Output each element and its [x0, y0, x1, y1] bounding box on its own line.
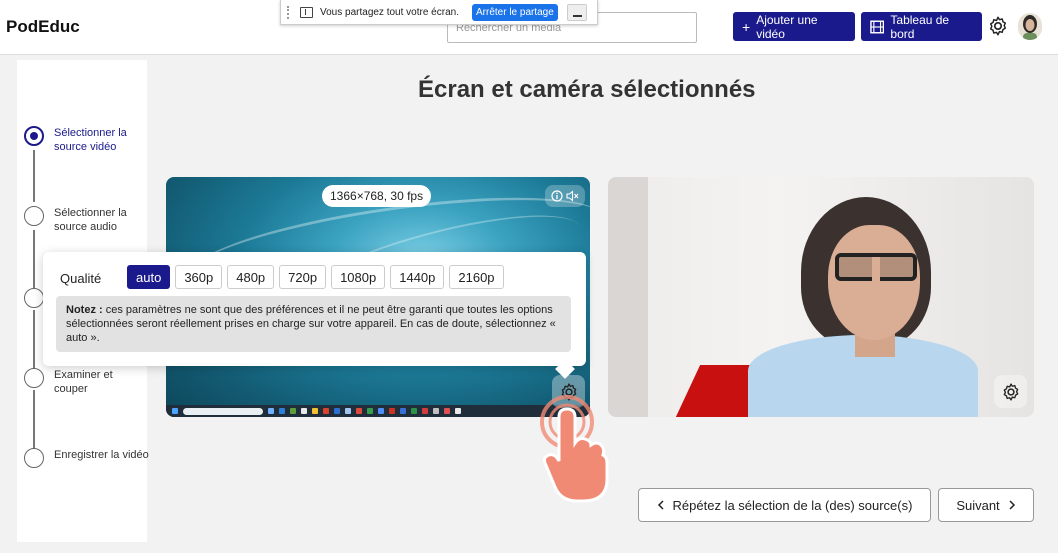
camera-background [608, 177, 648, 417]
quality-note: Notez : ces paramètres ne sont que des p… [56, 296, 571, 352]
chevron-right-icon [1009, 500, 1015, 510]
info-mute-badge[interactable] [545, 185, 585, 207]
tap-hand-icon [540, 395, 609, 503]
share-screen-icon [300, 6, 313, 18]
quality-option-1080p[interactable]: 1080p [331, 265, 386, 289]
drag-handle-icon[interactable] [287, 5, 291, 19]
camera-preview [608, 177, 1034, 417]
app-icon [312, 408, 318, 414]
camera-settings-button[interactable] [994, 375, 1027, 408]
plus-icon: + [742, 18, 751, 35]
step-label: Examiner et couper [54, 369, 113, 395]
quality-option-360p[interactable]: 360p [175, 265, 223, 289]
step-radio-icon [24, 368, 44, 388]
app-icon [323, 408, 329, 414]
step-label: Sélectionner la source audio [54, 207, 127, 233]
app-icon [433, 408, 439, 414]
step-radio-icon [24, 288, 44, 308]
app-icon [400, 408, 406, 414]
quality-options: auto 360p 480p 720p 1080p 1440p 2160p [127, 265, 504, 289]
resolution-badge: 1366×768, 30 fps [322, 185, 432, 207]
chevron-left-icon [657, 500, 664, 510]
person-glasses [835, 253, 917, 285]
next-label: Suivant [956, 497, 1000, 513]
app-icon [411, 408, 417, 414]
step-connector [33, 230, 35, 288]
app-icon [378, 408, 384, 414]
quality-option-720p[interactable]: 720p [279, 265, 327, 289]
add-video-button[interactable]: + Ajouter une vidéo [733, 12, 855, 41]
app-icon [455, 408, 461, 414]
step-connector [33, 390, 35, 450]
step-connector [33, 150, 35, 202]
info-icon [551, 190, 563, 202]
page-title: Écran et caméra sélectionnés [418, 76, 756, 103]
app-icon [356, 408, 362, 414]
app-icon [268, 408, 274, 414]
step-radio-icon [24, 126, 44, 146]
app-icon [422, 408, 428, 414]
settings-gear-icon[interactable] [987, 15, 1009, 37]
repeat-selection-label: Répétez la sélection de la (des) source(… [672, 497, 913, 513]
quality-note-text: ces paramètres ne sont que des préférenc… [66, 304, 556, 344]
brand-logo[interactable]: PodEduc [6, 17, 80, 37]
repeat-selection-button[interactable]: Répétez la sélection de la (des) source(… [638, 488, 931, 522]
quality-note-bold: Notez : [66, 304, 103, 316]
dashboard-button[interactable]: Tableau de bord [861, 12, 982, 41]
app-icon [279, 408, 285, 414]
quality-option-auto[interactable]: auto [127, 265, 171, 289]
next-button[interactable]: Suivant [938, 488, 1034, 522]
gear-icon [1003, 382, 1018, 401]
screen-share-bar: Vous partagez tout votre écran. Arrêter … [280, 0, 598, 25]
app-icon [367, 408, 373, 414]
app-icon [345, 408, 351, 414]
dashboard-label: Tableau de bord [890, 12, 950, 41]
share-message: Vous partagez tout votre écran. [320, 6, 459, 18]
quality-label: Qualité [60, 271, 102, 286]
app-icon [444, 408, 450, 414]
step-label: Enregistrer la vidéo [54, 449, 149, 461]
stop-sharing-button[interactable]: Arrêter le partage [471, 3, 558, 21]
add-video-label: Ajouter une vidéo [756, 12, 818, 41]
step-radio-icon [24, 206, 44, 226]
quality-option-480p[interactable]: 480p [227, 265, 275, 289]
minimize-icon[interactable] [566, 3, 587, 21]
user-avatar[interactable] [1018, 13, 1042, 40]
preview-taskbar [166, 405, 590, 417]
app-icon [290, 408, 296, 414]
app-icon [389, 408, 395, 414]
quality-option-2160p[interactable]: 2160p [449, 265, 504, 289]
windows-icon [172, 408, 178, 414]
quality-option-1440p[interactable]: 1440p [390, 265, 445, 289]
taskbar-search [183, 407, 263, 415]
quality-popup: Qualité auto 360p 480p 720p 1080p 1440p … [43, 252, 586, 379]
step-label: Sélectionner la source vidéo [54, 127, 127, 153]
step-connector [33, 310, 35, 370]
step-radio-icon [24, 448, 44, 468]
muted-speaker-icon [566, 190, 579, 202]
app-icon [301, 408, 307, 414]
app-icon [334, 408, 340, 414]
film-icon [870, 20, 885, 33]
